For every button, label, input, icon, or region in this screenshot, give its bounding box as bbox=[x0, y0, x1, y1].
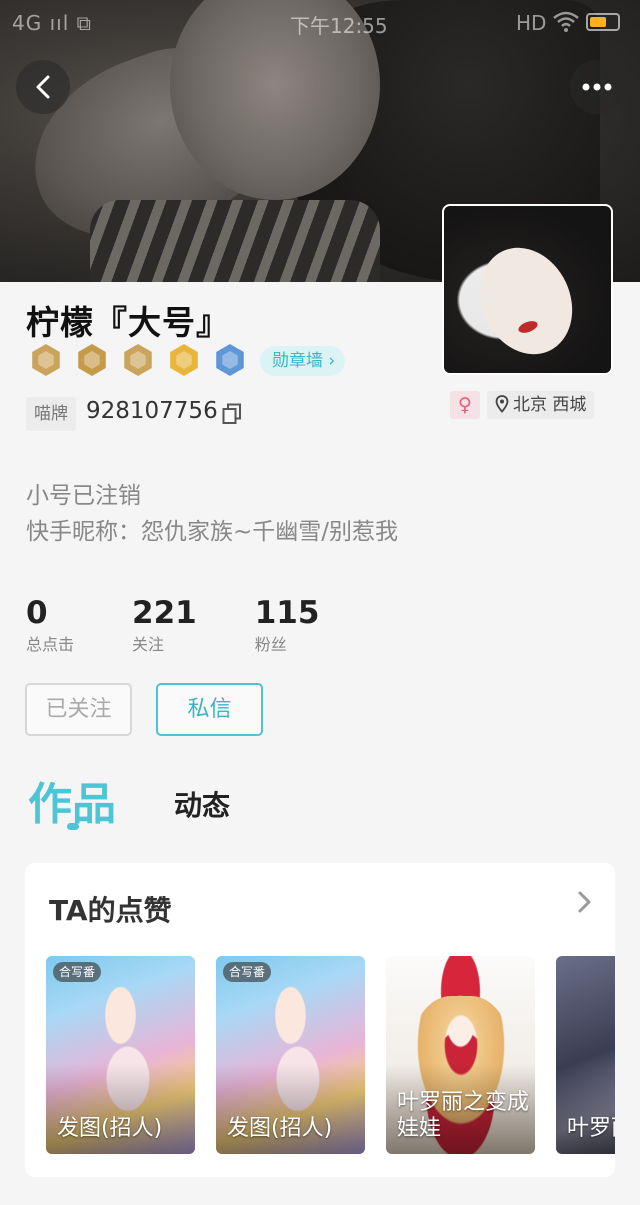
liked-work-item[interactable]: 叶罗丽之女的 bbox=[556, 956, 615, 1154]
tab-indicator bbox=[67, 823, 79, 830]
stat-value: 221 bbox=[132, 595, 197, 631]
copy-icon[interactable] bbox=[222, 403, 242, 425]
gender-female-icon: ♀ bbox=[450, 391, 480, 419]
more-dots-icon bbox=[582, 83, 612, 91]
more-options-button[interactable] bbox=[570, 60, 624, 114]
followed-button[interactable]: 已关注 bbox=[25, 683, 132, 736]
stat-label: 总点击 bbox=[26, 635, 75, 654]
liked-works-list: 合写番 发图(招人) 合写番 发图(招人) 叶罗丽之变成娃娃 叶罗丽之女的 bbox=[46, 956, 615, 1154]
badge-list bbox=[30, 344, 246, 376]
bronze-badge-3-icon[interactable] bbox=[122, 344, 154, 376]
message-button[interactable]: 私信 bbox=[156, 683, 263, 736]
battery-icon bbox=[586, 13, 620, 31]
location-badge: 北京 西城 bbox=[487, 391, 595, 419]
location-pin-icon bbox=[495, 395, 509, 413]
liked-works-title: TA的点赞 bbox=[49, 894, 172, 927]
status-time: 下午12:55 bbox=[290, 14, 388, 38]
wifi-icon bbox=[552, 9, 580, 38]
bio-line: 快手昵称：怨仇家族~千幽雪/别惹我 bbox=[26, 519, 399, 545]
work-caption: 发图(招人) bbox=[57, 1116, 163, 1141]
stat-label: 关注 bbox=[132, 635, 165, 654]
stat-following[interactable]: 221 关注 bbox=[132, 595, 197, 655]
liked-works-card: TA的点赞 合写番 发图(招人) 合写番 发图(招人) 叶罗丽之变成娃娃 叶罗丽… bbox=[25, 863, 615, 1177]
chevron-right-icon[interactable] bbox=[577, 889, 593, 922]
location-text: 北京 西城 bbox=[513, 395, 587, 415]
stats-row: 0 总点击 221 关注 115 粉丝 bbox=[26, 595, 377, 655]
stat-clicks: 0 总点击 bbox=[26, 595, 74, 655]
blue-badge-icon[interactable] bbox=[214, 344, 246, 376]
stat-value: 0 bbox=[26, 595, 48, 631]
liked-work-item[interactable]: 合写番 发图(招人) bbox=[46, 956, 195, 1154]
work-caption: 叶罗丽之变成娃娃 bbox=[397, 1090, 530, 1141]
bio: 小号已注销 快手昵称：怨仇家族~千幽雪/别惹我 bbox=[26, 478, 398, 550]
status-bar: 4G ııl ⧉ 下午12:55 HD bbox=[0, 0, 640, 44]
stat-value: 115 bbox=[254, 595, 320, 631]
back-button[interactable] bbox=[16, 60, 70, 114]
gold-badge-icon[interactable] bbox=[168, 344, 200, 376]
tab-feed[interactable]: 动态 bbox=[174, 784, 230, 824]
stat-label: 粉丝 bbox=[254, 635, 287, 654]
stat-fans[interactable]: 115 粉丝 bbox=[255, 595, 320, 655]
user-id: 928107756 bbox=[86, 398, 218, 424]
medal-wall-button[interactable]: 勋章墙 › bbox=[260, 346, 346, 376]
id-label: 喵牌 bbox=[26, 397, 76, 431]
work-caption: 叶罗丽之女的 bbox=[567, 1116, 615, 1141]
liked-work-item[interactable]: 合写番 发图(招人) bbox=[216, 956, 365, 1154]
signal-indicator: 4G ııl ⧉ bbox=[12, 11, 92, 35]
profile-name: 柠檬『大号』 bbox=[26, 303, 230, 342]
bronze-badge-1-icon[interactable] bbox=[30, 344, 62, 376]
chevron-left-icon bbox=[36, 75, 50, 99]
bronze-badge-2-icon[interactable] bbox=[76, 344, 108, 376]
work-caption: 发图(招人) bbox=[227, 1116, 333, 1141]
work-tag: 合写番 bbox=[223, 962, 272, 982]
work-tag: 合写番 bbox=[53, 962, 102, 982]
bio-line: 小号已注销 bbox=[26, 483, 141, 509]
liked-work-item[interactable]: 叶罗丽之变成娃娃 bbox=[386, 956, 535, 1154]
hd-indicator: HD bbox=[516, 11, 547, 35]
avatar[interactable] bbox=[442, 204, 613, 375]
